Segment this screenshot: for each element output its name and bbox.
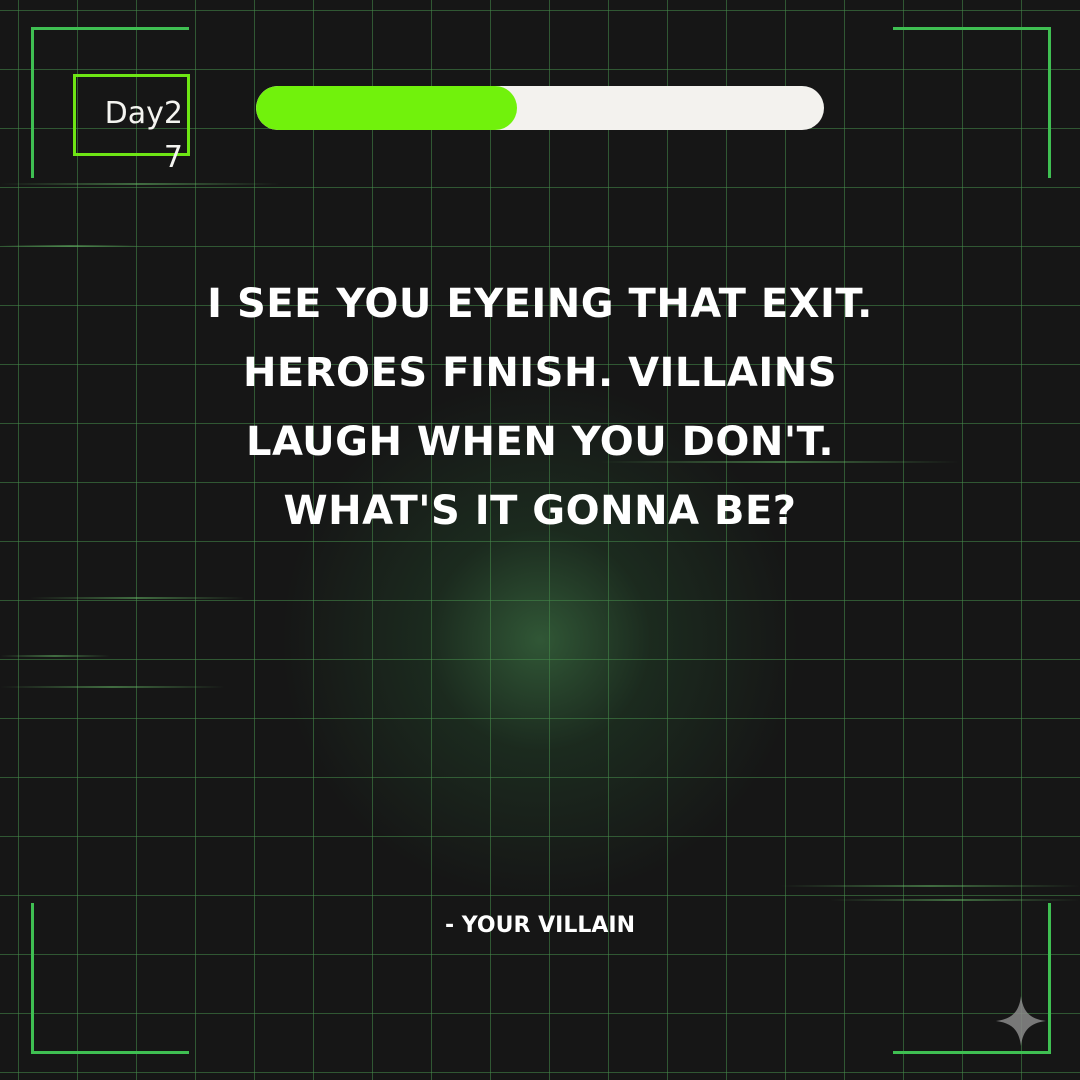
light-streak (0, 686, 225, 688)
day-label: Day27 (104, 96, 183, 175)
progress-bar (256, 86, 824, 130)
light-streak (0, 183, 280, 185)
light-streak (830, 899, 1080, 901)
quote-signature: - YOUR VILLAIN (445, 913, 635, 938)
quote-card: Day27 I SEE YOU EYEING THAT EXIT. HEROES… (0, 0, 1080, 1080)
light-streak (780, 885, 1080, 887)
light-streak (30, 597, 245, 599)
sparkle-icon (996, 996, 1046, 1046)
light-streak (0, 655, 110, 657)
frame-corner-top-right (893, 27, 1051, 178)
frame-corner-bottom-left (31, 903, 189, 1054)
quote-text: I SEE YOU EYEING THAT EXIT. HEROES FINIS… (207, 281, 873, 534)
progress-fill (256, 86, 518, 130)
light-streak (0, 245, 140, 247)
